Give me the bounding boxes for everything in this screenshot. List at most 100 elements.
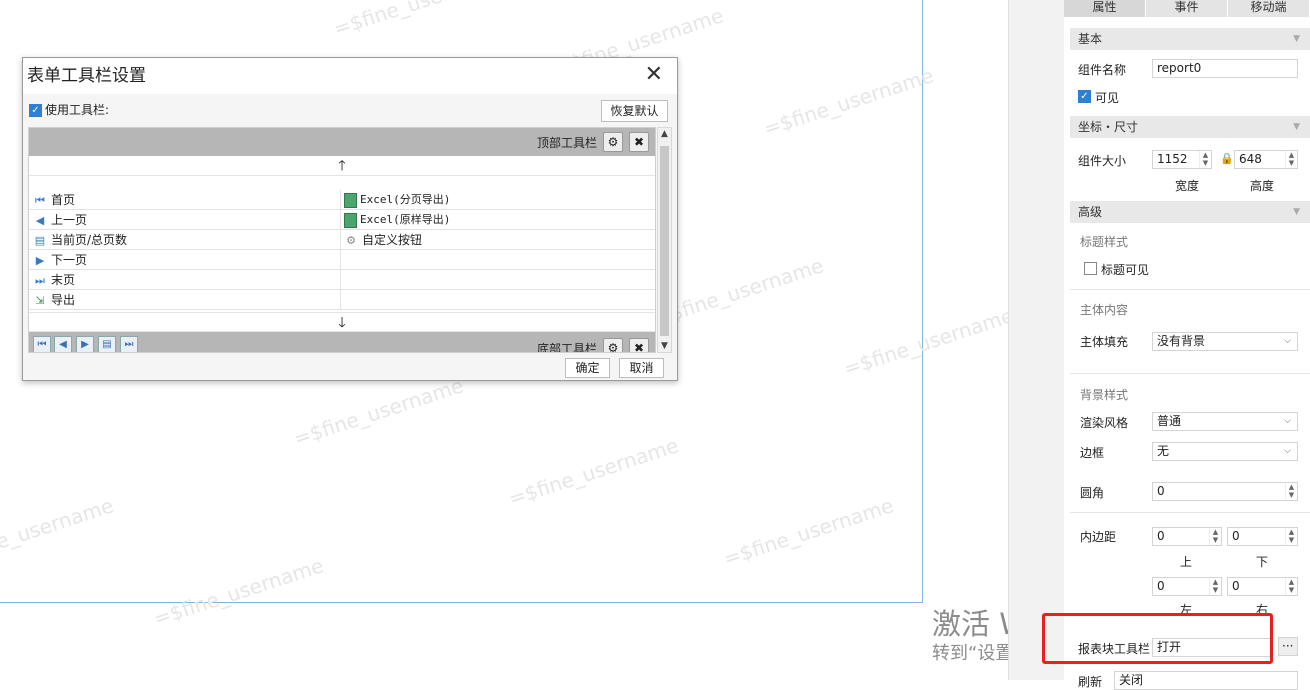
spinner-icon[interactable]: ▲ ▼ (1209, 578, 1221, 595)
toolbar-item-last[interactable]: ⏭ 末页 (29, 270, 341, 290)
section-advanced[interactable]: 高级 ▼ (1070, 201, 1310, 223)
title-visible-label: 标题可见 (1101, 263, 1150, 277)
toolbar-item-first[interactable]: ⏮ 首页 (29, 190, 341, 210)
toolbar-item-excel-page[interactable]: Excel(分页导出) (342, 190, 655, 210)
gear-icon[interactable]: ⚙ (603, 132, 623, 152)
toolbar-item-custom-button[interactable]: ⚙ 自定义按钮 (342, 230, 655, 250)
properties-panel: 属性 事件 移动端 基本 ▼ 组件名称 report0 ✓ 可见 坐标・尺寸 ▼ 组… (1064, 0, 1310, 690)
padding-right-input[interactable]: 0 ▲ ▼ (1227, 577, 1298, 596)
up-arrow-icon[interactable]: 🡑 (29, 156, 655, 176)
table-row: ▤ 当前页/总页数 ⚙ 自定义按钮 (29, 230, 655, 250)
excel-icon (344, 212, 357, 228)
padding-top-input[interactable]: 0 ▲ ▼ (1152, 527, 1222, 546)
spinner-icon[interactable]: ▲ ▼ (1209, 528, 1221, 545)
tab-events[interactable]: 事件 (1146, 0, 1228, 17)
scroll-down-icon[interactable]: ▼ (658, 341, 671, 351)
render-style-label: 渲染风格 (1080, 416, 1129, 430)
table-row: ⏮ 首页 Excel(分页导出) (29, 190, 655, 210)
padding-top-caption: 上 (1180, 555, 1193, 569)
spinner-icon[interactable]: ▲ ▼ (1199, 151, 1211, 168)
render-style-select[interactable]: 普通 ⌵ (1152, 412, 1298, 431)
scroll-thumb[interactable] (660, 146, 669, 336)
item-label: 上一页 (51, 213, 88, 227)
panel-tabs: 属性 事件 移动端 (1064, 0, 1310, 17)
top-toolbar-label: 顶部工具栏 (536, 136, 597, 150)
bottom-toolbar-bar[interactable]: ⏮ ◀ ▶ ▤ ⏭ 底部工具栏 ⚙ ✖ (29, 332, 655, 352)
chevron-down-icon: ▼ (1293, 122, 1300, 132)
export-icon: ⇲ (35, 294, 45, 307)
chevron-down-icon: ⌵ (1284, 336, 1291, 346)
next-page-icon: ▶ (35, 254, 45, 267)
width-value: 1152 (1157, 152, 1188, 166)
toolbar-editor: 顶部工具栏 ⚙ ✖ 🡑 ⏮ 首页 Excel(分页导出) ◀ 上一页 Excel(原… (28, 127, 656, 353)
scroll-up-icon[interactable]: ▲ (658, 129, 671, 139)
radius-input[interactable]: 0 ▲ ▼ (1152, 482, 1298, 501)
highlight-box (1042, 613, 1273, 664)
padding-bottom-input[interactable]: 0 ▲ ▼ (1227, 527, 1298, 546)
padding-left-input[interactable]: 0 ▲ ▼ (1152, 577, 1222, 596)
more-button[interactable]: ··· (1278, 637, 1298, 656)
component-size-label: 组件大小 (1078, 154, 1127, 168)
restore-default-button[interactable]: 恢复默认 (601, 100, 668, 122)
toolbar-item-next[interactable]: ▶ 下一页 (29, 250, 341, 270)
divider (1070, 512, 1310, 513)
first-page-icon[interactable]: ⏮ (33, 336, 51, 352)
toolbar-item-excel-original[interactable]: Excel(原样导出) (342, 210, 655, 230)
empty-cell (342, 290, 655, 310)
border-select[interactable]: 无 ⌵ (1152, 442, 1298, 461)
gear-icon: ⚙ (346, 234, 356, 247)
height-label: 高度 (1250, 179, 1275, 193)
last-page-icon[interactable]: ⏭ (120, 336, 138, 352)
close-icon[interactable]: ✕ (645, 62, 663, 87)
body-content-heading: 主体内容 (1080, 303, 1129, 317)
prev-page-icon[interactable]: ◀ (54, 336, 72, 352)
height-input[interactable]: 648 ▲ ▼ (1234, 150, 1298, 169)
background-style-heading: 背景样式 (1080, 388, 1129, 402)
item-label: 导出 (51, 293, 76, 307)
refresh-select[interactable]: 关闭 (1114, 671, 1298, 690)
height-value: 648 (1239, 152, 1262, 166)
tab-properties[interactable]: 属性 (1064, 0, 1146, 17)
padding-bottom-caption: 下 (1256, 555, 1269, 569)
remove-icon[interactable]: ✖ (629, 338, 649, 352)
lock-icon[interactable]: 🔒 (1220, 152, 1234, 165)
padding-left-value: 0 (1157, 579, 1165, 593)
spinner-icon[interactable]: ▲ ▼ (1285, 528, 1297, 545)
table-row: ⇲ 导出 (29, 290, 655, 310)
cancel-button[interactable]: 取消 (619, 358, 664, 378)
render-style-value: 普通 (1157, 414, 1182, 428)
toolbar-item-prev[interactable]: ◀ 上一页 (29, 210, 341, 230)
use-toolbar-label: 使用工具栏: (45, 103, 110, 117)
ok-button[interactable]: 确定 (565, 358, 610, 378)
spinner-icon[interactable]: ▲ ▼ (1285, 483, 1297, 500)
body-fill-select[interactable]: 没有背景 ⌵ (1152, 332, 1298, 351)
vertical-scrollbar[interactable]: ▲ ▼ (657, 127, 672, 353)
section-advanced-label: 高级 (1078, 205, 1103, 219)
item-label: 自定义按钮 (362, 233, 423, 247)
visible-checkbox[interactable]: ✓ (1078, 90, 1091, 103)
section-position-label: 坐标・尺寸 (1078, 120, 1139, 134)
section-position-size[interactable]: 坐标・尺寸 ▼ (1070, 116, 1310, 138)
component-name-input[interactable]: report0 (1152, 59, 1298, 78)
use-toolbar-checkbox[interactable]: ✓ (29, 104, 42, 117)
section-basic[interactable]: 基本 ▼ (1070, 28, 1310, 50)
spinner-icon[interactable]: ▲ ▼ (1285, 578, 1297, 595)
next-page-icon[interactable]: ▶ (76, 336, 94, 352)
table-row: ▶ 下一页 (29, 250, 655, 270)
spinner-icon[interactable]: ▲ ▼ (1285, 151, 1297, 168)
tab-mobile[interactable]: 移动端 (1228, 0, 1310, 17)
top-toolbar-bar[interactable]: 顶部工具栏 ⚙ ✖ (29, 128, 655, 156)
width-input[interactable]: 1152 ▲ ▼ (1152, 150, 1212, 169)
chevron-down-icon: ▼ (1293, 207, 1300, 217)
title-visible-checkbox[interactable] (1084, 262, 1097, 275)
toolbar-item-export[interactable]: ⇲ 导出 (29, 290, 341, 310)
body-fill-value: 没有背景 (1157, 334, 1206, 348)
button-grid: ⏮ 首页 Excel(分页导出) ◀ 上一页 Excel(原样导出) ▤ 当前页/总页… (29, 190, 655, 310)
remove-icon[interactable]: ✖ (629, 132, 649, 152)
item-label: 当前页/总页数 (51, 233, 128, 247)
down-arrow-icon[interactable]: 🡓 (29, 312, 655, 332)
gear-icon[interactable]: ⚙ (603, 338, 623, 352)
page-count-icon[interactable]: ▤ (98, 336, 116, 352)
panel-gutter (1008, 0, 1064, 680)
toolbar-item-page-count[interactable]: ▤ 当前页/总页数 (29, 230, 341, 250)
